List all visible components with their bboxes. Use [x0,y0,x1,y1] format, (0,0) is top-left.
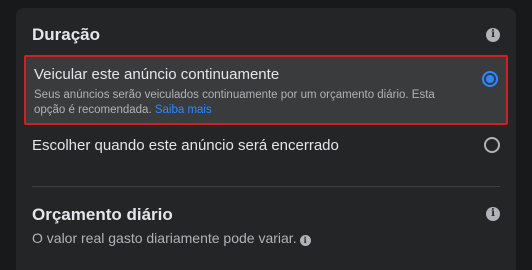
duration-header: Duração i [32,24,500,46]
radio-unchecked-icon[interactable] [484,137,500,153]
option-run-continuously[interactable]: Veicular este anúncio continuamente Seus… [24,55,508,125]
learn-more-link[interactable]: Saiba mais [155,104,212,116]
option-run-continuously-description: Seus anúncios serão veiculados continuam… [34,88,444,118]
budget-subtitle: O valor real gasto diariamente pode vari… [32,229,311,247]
section-divider [32,186,500,187]
info-icon[interactable]: i [486,207,500,221]
radio-checked-icon[interactable] [482,71,498,87]
info-icon[interactable]: i [299,235,311,246]
info-icon[interactable]: i [486,28,500,42]
ad-settings-panel: Duração i Veicular este anúncio continua… [16,8,516,270]
budget-header: Orçamento diário i [32,204,500,226]
budget-subtitle-text: O valor real gasto diariamente pode vari… [32,230,297,246]
duration-title: Duração [32,25,101,44]
option-choose-end-date[interactable]: Escolher quando este anúncio será encerr… [24,132,508,160]
option-choose-end-date-label: Escolher quando este anúncio será encerr… [32,137,339,154]
option-description-text: Seus anúncios serão veiculados continuam… [34,89,435,116]
option-run-continuously-label: Veicular este anúncio continuamente [34,66,280,83]
budget-title: Orçamento diário [32,205,173,224]
